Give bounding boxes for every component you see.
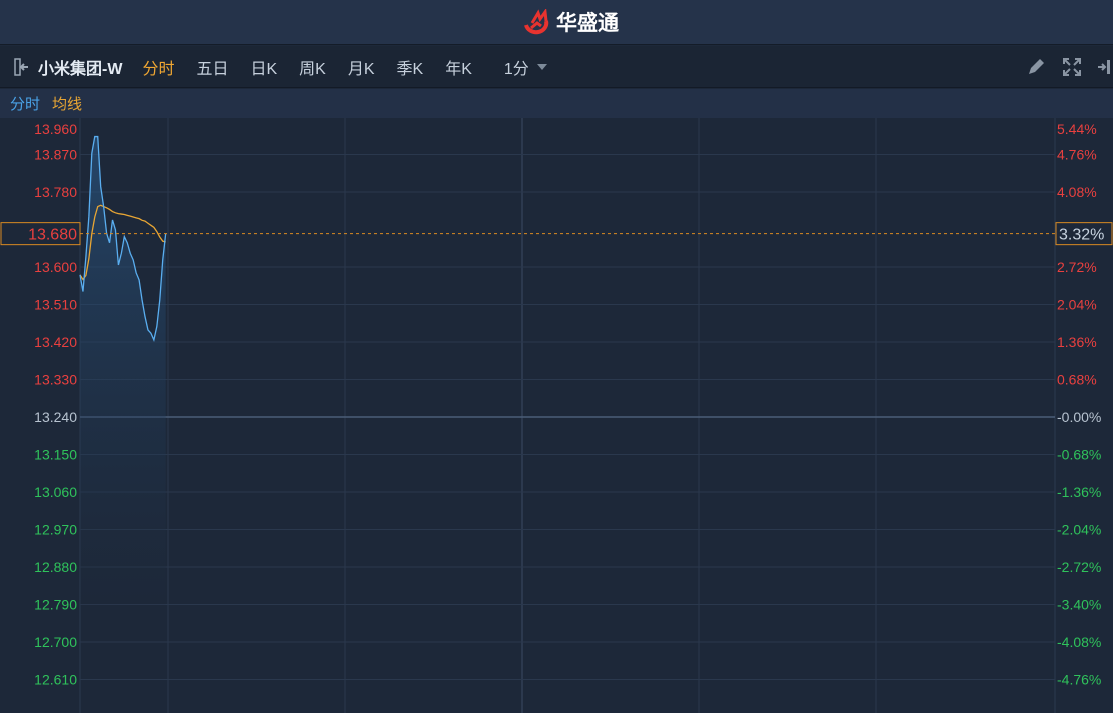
left-tick-label: 12.880 [34, 559, 77, 575]
tab-monthly-k[interactable]: 月K [348, 55, 375, 79]
left-tick-label: 12.970 [34, 522, 77, 538]
right-tick-label: -2.04% [1057, 522, 1101, 538]
right-tick-label: 4.08% [1057, 184, 1097, 200]
right-tick-label: 5.44% [1057, 121, 1097, 137]
tab-intraday[interactable]: 分时 [142, 55, 174, 79]
right-tick-label: -0.68% [1057, 447, 1101, 463]
intraday-chart[interactable]: 13.960 5.44% 13.870 4.76% 13.780 4.08% 13.600 2… [0, 118, 1113, 713]
left-tick-label: 13.330 [34, 371, 77, 387]
right-tick-label: -4.08% [1057, 634, 1101, 650]
tab-daily-k[interactable]: 日K [250, 55, 277, 79]
tab-weekly-k[interactable]: 周K [299, 55, 326, 79]
left-tick-label: 13.960 [34, 121, 77, 137]
left-tick-label: 13.780 [34, 184, 77, 200]
right-tick-label: 2.72% [1057, 259, 1097, 275]
left-tick-label: 13.420 [34, 334, 77, 350]
left-tick-label: 12.700 [34, 634, 77, 650]
tab-yearly-k[interactable]: 年K [445, 55, 472, 79]
period-dropdown[interactable]: 1分 [504, 55, 547, 79]
brand-name: 华盛通 [556, 12, 619, 35]
stock-name: 小米集团-W [38, 60, 123, 78]
expand-right-icon[interactable] [1097, 56, 1111, 78]
app-header: 华盛通 [0, 0, 1113, 45]
left-tick-label: 13.600 [34, 259, 77, 275]
left-tick-label: 13.870 [34, 146, 77, 162]
collapse-panel-button[interactable] [8, 46, 38, 88]
right-tick-label: 0.68% [1057, 371, 1097, 387]
left-tick-label: 13.060 [34, 484, 77, 500]
right-tick-label: -1.36% [1057, 484, 1101, 500]
right-tick-label: -4.76% [1057, 672, 1101, 688]
collapse-panel-icon [14, 57, 28, 76]
legend-average: 均线 [52, 96, 83, 113]
chart-legend: 分时 均线 [0, 89, 1113, 118]
fullscreen-icon[interactable] [1061, 56, 1083, 78]
legend-price: 分时 [10, 96, 41, 113]
left-tick-label: 12.790 [34, 597, 77, 613]
right-tick-label: -3.40% [1057, 597, 1101, 613]
left-tick-label: 13.150 [34, 447, 77, 463]
huashengtong-logo-icon [524, 9, 549, 35]
left-tick-label: 12.610 [34, 672, 77, 688]
right-tick-label: 2.04% [1057, 296, 1097, 312]
left-tick-label: 13.510 [34, 296, 77, 312]
right-tick-label: 1.36% [1057, 334, 1097, 350]
tab-five-day[interactable]: 五日 [196, 55, 228, 79]
toolbar: 小米集团-W 分时 五日 日K 周K 月K 季K 年K 1分 [0, 46, 1113, 88]
price-area [80, 136, 166, 605]
logo: 华盛通 [522, 8, 619, 36]
period-value: 1分 [503, 60, 529, 78]
current-pct-label: 3.32% [1059, 227, 1104, 244]
tab-quarterly-k[interactable]: 季K [397, 55, 424, 79]
current-price-label: 13.680 [28, 227, 77, 244]
right-tick-label: -0.00% [1057, 409, 1101, 425]
left-tick-label: 13.240 [34, 409, 77, 425]
right-tick-label: -2.72% [1057, 559, 1101, 575]
right-tick-label: 4.76% [1057, 146, 1097, 162]
chevron-down-icon [536, 63, 547, 70]
pencil-icon[interactable] [1025, 56, 1047, 78]
